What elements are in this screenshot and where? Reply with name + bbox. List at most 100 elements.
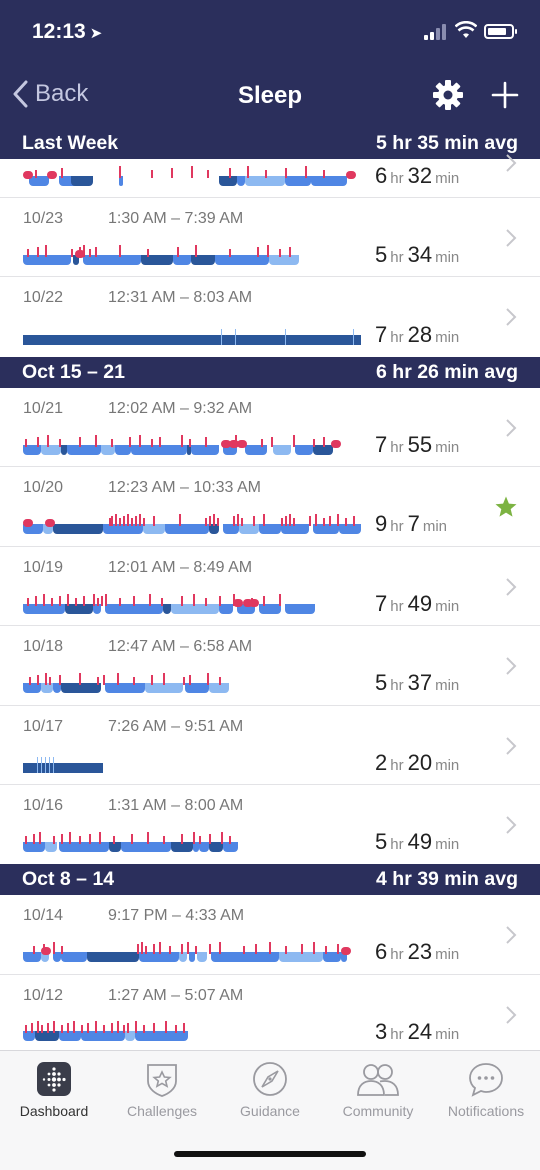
sleep-log-row[interactable]: 10/18 12:47 AM – 6:58 AM 5 hr 37 min <box>0 626 540 706</box>
sleep-log-row[interactable]: 10/14 9:17 PM – 4:33 AM 6 hr 23 min <box>0 895 540 975</box>
sleep-log-row[interactable]: 10/16 1:31 AM – 8:00 AM 5 hr 49 min <box>0 785 540 864</box>
sleep-stage-segment <box>61 683 101 693</box>
sleep-stage-bar <box>23 245 299 265</box>
sleep-log-row[interactable]: 10/17 7:26 AM – 9:51 AM 2 hr 20 min <box>0 706 540 785</box>
awake-marker <box>113 836 115 844</box>
sleep-log-row[interactable]: 10/23 1:30 AM – 7:39 AM 5 hr 34 min <box>0 198 540 277</box>
sleep-stage-bar <box>23 832 238 852</box>
sleep-stage-bar <box>23 514 361 534</box>
tab-notifications[interactable]: Notifications <box>432 1061 540 1119</box>
awake-marker <box>37 675 39 685</box>
awake-marker <box>323 437 325 447</box>
sleep-stage-segment <box>23 952 41 962</box>
awake-marker <box>127 1023 129 1033</box>
log-date: 10/23 <box>23 210 64 227</box>
awake-marker <box>281 518 283 526</box>
awake-marker <box>323 518 325 526</box>
awake-marker <box>93 594 95 606</box>
sleep-stage-bar <box>23 594 315 614</box>
awake-marker <box>139 435 141 447</box>
awake-marker <box>181 596 183 606</box>
sleep-stage-marker <box>221 329 222 345</box>
sleep-stage-segment <box>197 952 207 962</box>
awake-marker <box>353 516 355 526</box>
sleep-duration: 5 hr 37 min <box>375 670 460 695</box>
sleep-stage-segment <box>165 524 209 534</box>
sleep-log-row[interactable]: 10/22 12:31 AM – 8:03 AM 7 hr 28 min <box>0 277 540 357</box>
log-time-range: 1:31 AM – 8:00 AM <box>108 797 244 814</box>
sleep-stage-segment <box>23 255 71 265</box>
chevron-right-icon <box>506 816 517 834</box>
awake-marker <box>301 944 303 954</box>
awake-marker <box>229 249 231 257</box>
awake-marker <box>79 673 81 685</box>
sleep-stage-segment <box>101 445 115 455</box>
awake-marker <box>285 946 287 954</box>
chevron-right-icon <box>506 657 517 675</box>
awake-dot <box>23 519 33 527</box>
chevron-right-icon <box>506 737 517 755</box>
awake-marker <box>49 677 51 685</box>
sleep-stage-segment <box>83 255 141 265</box>
sleep-duration: 5 hr 34 min <box>375 242 460 267</box>
sleep-log-row[interactable]: 10/21 12:02 AM – 9:32 AM 7 hr 55 min <box>0 388 540 467</box>
sleep-stage-segment <box>163 604 171 614</box>
sleep-stage-segment <box>41 445 61 455</box>
awake-marker <box>255 944 257 954</box>
log-time-range: 12:02 AM – 9:32 AM <box>108 400 253 417</box>
tab-community[interactable]: Community <box>324 1061 432 1119</box>
sleep-log-row[interactable]: 6 hr 32 min <box>0 154 540 198</box>
tab-challenges[interactable]: Challenges <box>108 1061 216 1119</box>
awake-marker <box>123 1025 125 1033</box>
log-time-range: 12:01 AM – 8:49 AM <box>108 559 253 576</box>
log-date: 10/19 <box>23 559 64 576</box>
awake-marker <box>279 594 281 606</box>
awake-marker <box>171 168 173 178</box>
awake-marker <box>61 834 63 844</box>
location-arrow-icon: ➤ <box>89 25 103 42</box>
sleep-stage-marker <box>41 757 42 773</box>
awake-marker <box>111 516 113 526</box>
awake-marker <box>33 834 35 844</box>
awake-marker <box>229 836 231 844</box>
sleep-log-row[interactable]: 10/20 12:23 AM – 10:33 AM 9 hr 7 min <box>0 467 540 547</box>
awake-marker <box>25 439 27 447</box>
log-time-range: 12:23 AM – 10:33 AM <box>108 479 261 496</box>
sleep-stage-bar <box>23 757 103 773</box>
sleep-stage-segment <box>23 763 103 773</box>
tab-dashboard[interactable]: Dashboard <box>0 1061 108 1119</box>
sleep-log-row[interactable]: 10/19 12:01 AM – 8:49 AM 7 hr 49 min <box>0 547 540 626</box>
awake-marker <box>35 596 37 606</box>
awake-marker <box>139 514 141 526</box>
sleep-log-row[interactable]: 10/12 1:27 AM – 5:07 AM 3 hr 24 min <box>0 975 540 1055</box>
awake-marker <box>279 249 281 257</box>
awake-marker <box>293 435 295 447</box>
chevron-right-icon <box>506 926 517 944</box>
awake-marker <box>253 516 255 526</box>
sleep-stage-segment <box>53 524 103 534</box>
awake-marker <box>79 437 81 447</box>
add-icon[interactable] <box>490 80 520 110</box>
awake-marker <box>95 247 97 257</box>
awake-marker <box>145 946 147 954</box>
awake-marker <box>37 247 39 257</box>
awake-marker <box>305 166 307 178</box>
chat-bubble-icon <box>469 1063 503 1097</box>
dashboard-icon <box>37 1062 71 1096</box>
awake-marker <box>243 946 245 954</box>
log-time-range: 12:47 AM – 6:58 AM <box>108 638 253 655</box>
awake-marker <box>209 944 211 954</box>
awake-marker <box>27 249 29 257</box>
section-average: 5 hr 35 min avg <box>376 132 518 154</box>
awake-marker <box>261 439 263 447</box>
gear-icon[interactable] <box>432 79 464 111</box>
tab-guidance[interactable]: Guidance <box>216 1061 324 1119</box>
awake-marker <box>143 1025 145 1033</box>
sleep-stage-segment <box>311 176 347 186</box>
awake-marker <box>61 946 63 954</box>
awake-marker <box>163 836 165 844</box>
awake-marker <box>95 1021 97 1033</box>
star-icon <box>495 496 517 517</box>
awake-marker <box>103 675 105 685</box>
sleep-stage-segment <box>285 604 315 614</box>
